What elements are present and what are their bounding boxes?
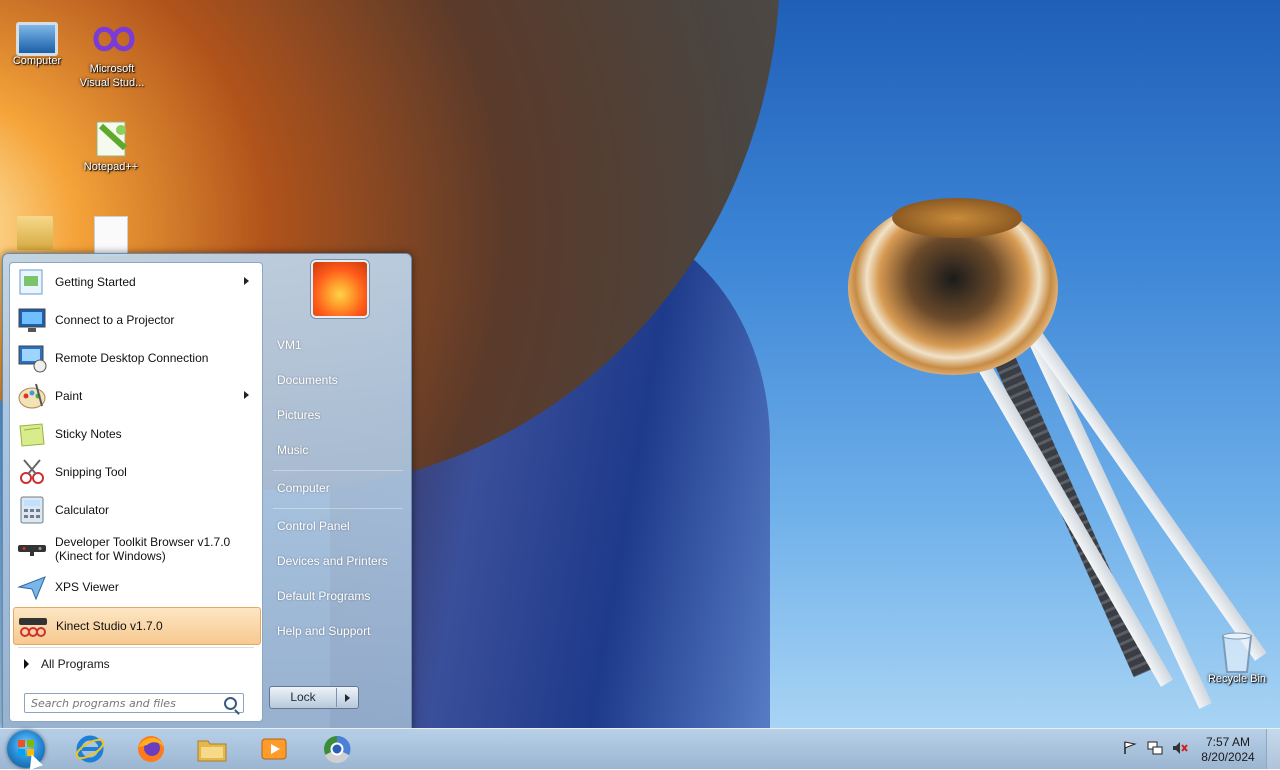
program-label-line2: (Kinect for Windows) [55,549,166,563]
desktop-icon-label: Recycle Bin [1207,673,1267,685]
program-sticky-notes[interactable]: Sticky Notes [13,416,259,452]
folder-icon [17,216,53,250]
program-developer-toolkit[interactable]: Developer Toolkit Browser v1.7.0 (Kinect… [13,531,259,567]
right-separator [273,470,403,471]
desktop-icon-visual-studio[interactable]: Microsoft Visual Stud... [75,20,149,90]
submenu-arrow-icon[interactable] [244,277,249,285]
volume-muted-icon[interactable] [1172,740,1188,756]
kinect-icon [16,533,48,565]
program-calculator[interactable]: Calculator [13,492,259,528]
show-desktop-button[interactable] [1266,729,1280,769]
start-menu-right-pane: VM1 Documents Pictures Music Computer Co… [263,254,409,728]
program-getting-started[interactable]: Getting Started [13,264,259,300]
desktop-icon-label: Computer [12,55,62,67]
firefox-icon[interactable] [135,733,167,765]
program-label: Kinect Studio v1.7.0 [56,619,163,633]
program-label: Sticky Notes [55,427,122,441]
computer-link[interactable]: Computer [277,480,403,496]
program-label: Remote Desktop Connection [55,351,209,365]
file-icon [94,216,128,256]
program-remote-desktop[interactable]: Remote Desktop Connection [13,340,259,376]
music-link[interactable]: Music [277,442,403,458]
all-programs-button[interactable]: All Programs [18,653,258,675]
xps-viewer-icon [16,571,48,603]
paint-icon [16,380,48,412]
getting-started-icon [16,266,48,298]
clock-time: 7:57 AM [1205,735,1251,749]
calculator-icon [16,494,48,526]
program-label: Getting Started [55,275,136,289]
programs-separator [18,647,254,648]
internet-explorer-icon[interactable] [74,733,106,765]
visual-studio-icon [90,20,135,60]
default-programs-link[interactable]: Default Programs [277,588,403,604]
program-label: Paint [55,389,83,403]
program-label: Developer Toolkit Browser v1.7.0 (Kinect… [55,535,230,563]
desktop-icon-label: Microsoft Visual Stud... [79,63,145,89]
recycle-bin-icon [1215,630,1259,673]
program-connect-projector[interactable]: Connect to a Projector [13,302,259,338]
desktop-icon-computer[interactable]: Computer [0,18,74,68]
help-support-link[interactable]: Help and Support [277,623,403,639]
program-paint[interactable]: Paint [13,378,259,414]
desktop-icon-notepadpp[interactable]: Notepad++ [74,118,148,174]
user-avatar[interactable] [311,260,369,318]
devices-printers-link[interactable]: Devices and Printers [277,553,403,569]
program-snipping-tool[interactable]: Snipping Tool [13,454,259,490]
computer-icon [16,22,58,56]
program-xps-viewer[interactable]: XPS Viewer [13,569,259,605]
action-center-flag-icon[interactable] [1122,740,1138,756]
search-placeholder: Search programs and files [31,696,176,710]
taskbar: 7:57 AM 8/20/2024 [0,728,1280,769]
program-label-line1: Developer Toolkit Browser v1.7.0 [55,535,231,549]
remote-desktop-icon [16,342,48,374]
program-label: Calculator [55,503,110,517]
search-icon[interactable] [224,697,237,710]
lock-options-arrow-icon[interactable] [345,693,350,702]
file-explorer-icon[interactable] [196,733,228,765]
pictures-link[interactable]: Pictures [277,407,403,423]
program-label: Connect to a Projector [55,313,175,327]
submenu-arrow-icon[interactable] [244,391,249,399]
control-panel-link[interactable]: Control Panel [277,518,403,534]
sticky-notes-icon [16,418,48,450]
wallpaper-needle-top [892,198,1022,238]
lock-label: Lock [270,688,337,707]
desktop-icon-label: Notepad++ [83,161,139,173]
media-player-icon[interactable] [258,733,290,765]
lock-button[interactable]: Lock [269,686,359,709]
clock-date: 8/20/2024 [1201,750,1255,764]
start-menu: Getting Started Connect to a Projector R… [2,253,412,729]
search-input[interactable]: Search programs and files [24,693,244,713]
program-label: Snipping Tool [55,465,127,479]
desktop-icon-folder[interactable] [0,216,72,252]
notepadpp-icon [89,118,133,158]
program-kinect-studio[interactable]: Kinect Studio v1.7.0 [13,607,261,645]
programs-pane: Getting Started Connect to a Projector R… [9,262,263,722]
documents-link[interactable]: Documents [277,372,403,388]
projector-icon [16,304,48,336]
snipping-tool-icon [16,456,48,488]
triangle-right-icon [24,659,29,669]
network-icon[interactable] [1147,740,1163,756]
desktop-icon-file[interactable] [74,216,148,258]
system-clock[interactable]: 7:57 AM 8/20/2024 [1196,735,1260,765]
all-programs-label: All Programs [41,657,110,671]
right-separator [273,508,403,509]
chrome-icon[interactable] [321,733,353,765]
desktop-icon-recycle-bin[interactable]: Recycle Bin [1200,630,1274,686]
kinect-studio-icon [17,610,49,642]
user-folder-link[interactable]: VM1 [277,337,403,353]
program-label: XPS Viewer [55,580,119,594]
